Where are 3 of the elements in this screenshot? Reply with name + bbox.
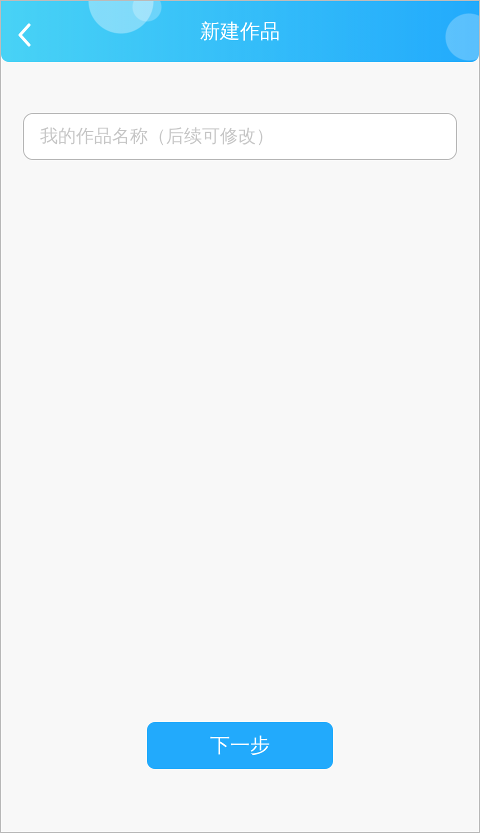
next-button[interactable]: 下一步: [147, 722, 333, 769]
back-icon: [17, 23, 31, 47]
page-title: 新建作品: [200, 18, 280, 45]
